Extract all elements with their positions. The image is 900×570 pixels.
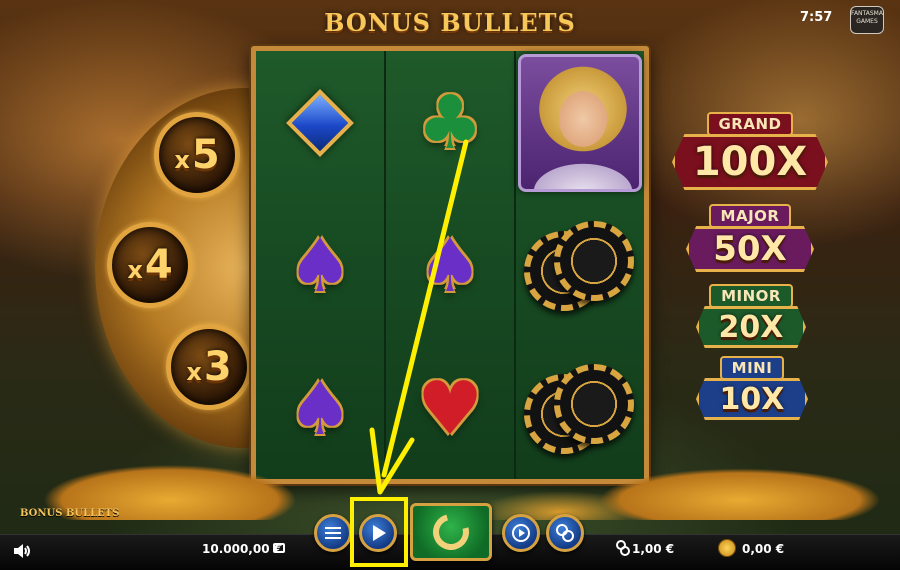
reel-1-row-1 bbox=[256, 51, 384, 194]
chip bbox=[554, 220, 634, 301]
multiplier-value: 4 bbox=[144, 242, 173, 288]
balance-value: 10.000,00 € bbox=[202, 542, 283, 556]
spin-button[interactable] bbox=[410, 503, 492, 561]
bet-settings-button[interactable] bbox=[546, 514, 584, 552]
jackpot-label: MAJOR bbox=[708, 204, 792, 228]
coin-stack-icon bbox=[718, 539, 736, 557]
jackpot-label: MINI bbox=[719, 356, 785, 380]
multiplier-value: 3 bbox=[203, 344, 232, 390]
jackpot-label: GRAND bbox=[706, 112, 794, 136]
diamond-symbol-icon bbox=[286, 88, 354, 157]
clock: 7:57 bbox=[800, 10, 833, 25]
speaker-icon[interactable] bbox=[12, 542, 32, 560]
annotation-highlight-box bbox=[350, 497, 408, 567]
jackpot-value: 100X bbox=[672, 134, 828, 190]
reel-2-row-1: ♣ bbox=[386, 51, 514, 194]
spin-icon bbox=[426, 507, 476, 557]
jackpot-value: 10X bbox=[696, 378, 808, 420]
multiplier-x5: x5 bbox=[154, 112, 240, 198]
jackpot-mini: MINI 10X bbox=[696, 356, 808, 420]
autoplay-icon bbox=[512, 524, 530, 542]
win-value: 0,00 € bbox=[742, 542, 785, 556]
multiplier-prefix: x bbox=[186, 358, 202, 386]
game-title: BONUS BULLETS bbox=[324, 8, 576, 37]
jackpot-value: 50X bbox=[686, 226, 814, 272]
reel-3-row-2 bbox=[516, 194, 644, 337]
reel-1-row-2: ♠ bbox=[256, 194, 384, 337]
jackpot-grand: GRAND 100X bbox=[672, 112, 828, 190]
woman-portrait-symbol-icon bbox=[518, 53, 642, 192]
menu-button[interactable] bbox=[314, 514, 352, 552]
wallet-icon bbox=[273, 543, 285, 553]
jackpot-label: MINOR bbox=[709, 284, 793, 308]
coin-bet-icon bbox=[616, 540, 630, 556]
brand-logo-small: BONUS BULLETS bbox=[20, 508, 120, 519]
spade-symbol-icon: ♠ bbox=[416, 222, 484, 309]
multiplier-prefix: x bbox=[174, 146, 190, 174]
multiplier-x3: x3 bbox=[166, 324, 252, 410]
coins-icon bbox=[556, 524, 574, 542]
menu-icon bbox=[325, 527, 341, 539]
club-symbol-icon: ♣ bbox=[416, 79, 484, 166]
autoplay-button[interactable] bbox=[502, 514, 540, 552]
multiplier-prefix: x bbox=[127, 256, 143, 284]
game-scene: BONUS BULLETS 7:57 FANTASMA GAMES x5 x4 x… bbox=[0, 0, 900, 570]
jackpot-value: 20X bbox=[696, 306, 806, 348]
multiplier-x4: x4 bbox=[107, 222, 193, 308]
poker-chips-symbol-icon bbox=[524, 220, 636, 311]
jackpot-minor: MINOR 20X bbox=[696, 284, 806, 348]
reel-2-row-2: ♠ bbox=[386, 194, 514, 337]
reel-3-row-1 bbox=[516, 51, 644, 194]
reel-grid: ♠ ♠ ♣ ♠ ♥ bbox=[251, 46, 649, 484]
multiplier-value: 5 bbox=[191, 132, 220, 178]
bet-value[interactable]: 1,00 € bbox=[632, 542, 674, 556]
spade-symbol-icon: ♠ bbox=[286, 222, 354, 309]
studio-logo: FANTASMA GAMES bbox=[850, 6, 884, 34]
jackpot-major: MAJOR 50X bbox=[686, 204, 814, 272]
